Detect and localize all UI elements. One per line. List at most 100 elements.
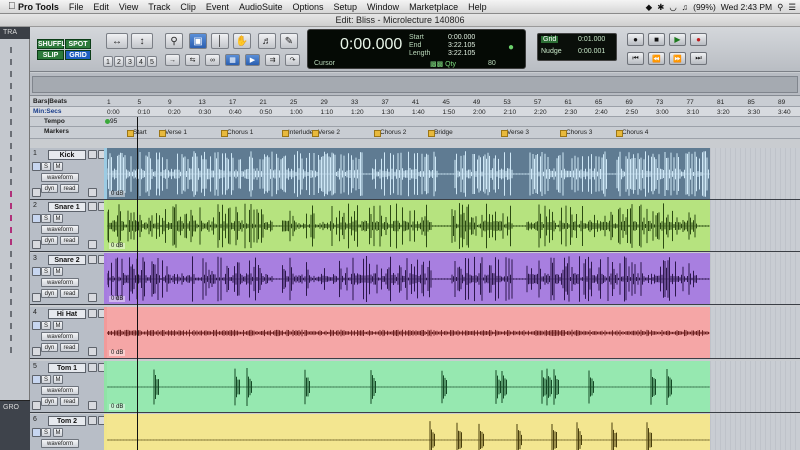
slip-mode-button[interactable]: SLIP — [37, 50, 64, 60]
audio-clip[interactable] — [107, 148, 710, 199]
track-select-icon[interactable] — [32, 267, 41, 276]
zoom-preset-5[interactable]: 5 — [147, 56, 157, 67]
trim-tool-icon[interactable]: ▣ — [189, 33, 207, 49]
mute-button[interactable]: M — [53, 375, 63, 384]
track-list-indicator[interactable] — [10, 239, 12, 245]
overview-track-area[interactable] — [32, 76, 798, 93]
tracks-list-header[interactable]: TRA — [0, 27, 30, 39]
audio-clip[interactable] — [107, 307, 710, 358]
menu-window[interactable]: Window — [362, 2, 404, 12]
track-name[interactable]: Tom 1 — [48, 363, 86, 373]
automation-mode-selector[interactable]: read — [60, 184, 79, 193]
tracks-list-panel[interactable]: TRA — [0, 27, 30, 450]
track-view-selector[interactable]: waveform — [41, 332, 79, 341]
go-to-end-icon[interactable]: ⏭ — [690, 52, 707, 65]
link-timeline-icon[interactable]: ∞ — [205, 54, 220, 66]
menu-file[interactable]: File — [64, 2, 89, 12]
track-list-indicator[interactable] — [10, 47, 12, 53]
audio-clip[interactable] — [107, 414, 710, 450]
solo-button[interactable]: S — [41, 375, 51, 384]
track-list-indicator[interactable] — [10, 167, 12, 173]
menu-edit[interactable]: Edit — [88, 2, 114, 12]
track-list-indicator[interactable] — [10, 83, 12, 89]
automation-mode-selector[interactable]: read — [60, 397, 79, 406]
automation-follows-edit-icon[interactable]: ↷ — [285, 54, 300, 66]
solo-button[interactable]: S — [41, 267, 51, 276]
main-counter-value[interactable]: 0:00.000 — [340, 36, 402, 54]
track-view-selector[interactable]: waveform — [41, 439, 79, 448]
empty-timeline[interactable] — [710, 361, 800, 412]
menu-audiosuite[interactable]: AudioSuite — [234, 2, 288, 12]
menu-clip[interactable]: Clip — [175, 2, 201, 12]
record-enable-button[interactable] — [88, 202, 97, 211]
grabber-tool-icon[interactable]: ✋ — [233, 33, 251, 49]
dynamics-button[interactable]: dyn — [41, 289, 58, 298]
menu-view[interactable]: View — [114, 2, 143, 12]
pre-roll-indicator-icon[interactable]: ● — [508, 42, 514, 53]
empty-timeline[interactable] — [710, 148, 800, 199]
mute-button[interactable]: M — [53, 428, 63, 437]
min-secs-ruler[interactable]: Min:Secs 0:00 0:10 0:20 0:30 0:40 0:50 1:00 1:1… — [30, 107, 800, 117]
nudge-preset[interactable]: 80 — [488, 60, 496, 67]
selector-tool-icon[interactable]: │ — [211, 33, 229, 49]
track-list-indicator[interactable] — [10, 251, 12, 257]
track-list-indicator[interactable] — [10, 203, 12, 209]
track-list-indicator[interactable] — [10, 131, 12, 137]
tempo-ruler[interactable]: Tempo 95 — [30, 117, 800, 127]
grid-value[interactable]: 0:01.000 — [578, 36, 605, 43]
zoomer-tool-icon[interactable]: ⚲ — [165, 33, 183, 49]
track-list-indicator[interactable] — [10, 71, 12, 77]
track-list-indicator[interactable] — [10, 287, 12, 293]
track-view-selector[interactable]: waveform — [41, 225, 79, 234]
automation-mode-selector[interactable]: read — [60, 236, 79, 245]
record-enable-button[interactable] — [88, 363, 97, 372]
menu-setup[interactable]: Setup — [329, 2, 363, 12]
track-name[interactable]: Kick — [48, 150, 86, 160]
track-list-indicator[interactable] — [10, 143, 12, 149]
track-name[interactable]: Snare 2 — [48, 255, 86, 265]
dynamics-button[interactable]: dyn — [41, 343, 58, 352]
track-list-indicator[interactable] — [10, 275, 12, 281]
audio-clip[interactable] — [107, 253, 710, 304]
track-name[interactable]: Snare 1 — [48, 202, 86, 212]
automation-mode-selector[interactable]: read — [60, 289, 79, 298]
track-expand-icon[interactable] — [32, 188, 41, 197]
zoom-preset-3[interactable]: 3 — [125, 56, 135, 67]
empty-timeline[interactable] — [710, 200, 800, 251]
main-counter[interactable]: 0:00.000 Start End Length 0:00.000 3:22.… — [307, 29, 526, 69]
track-list-icon[interactable] — [88, 240, 97, 249]
nudge-value[interactable]: 0:00.001 — [578, 48, 605, 55]
marker[interactable]: Verse 2 — [311, 128, 340, 137]
universe-overview[interactable] — [30, 73, 800, 96]
zoom-preset-4[interactable]: 4 — [136, 56, 146, 67]
zoom-preset-2[interactable]: 2 — [114, 56, 124, 67]
marker[interactable]: Chorus 3 — [559, 128, 592, 137]
mute-button[interactable]: M — [53, 162, 63, 171]
mute-button[interactable]: M — [53, 214, 63, 223]
play-icon[interactable]: ▶ — [669, 33, 686, 46]
track-select-icon[interactable] — [32, 162, 41, 171]
mute-button[interactable]: M — [53, 321, 63, 330]
zoom-in-icon[interactable]: ↕ — [131, 33, 153, 49]
zoom-preset-1[interactable]: 1 — [103, 56, 113, 67]
automation-mode-selector[interactable]: read — [60, 343, 79, 352]
marker[interactable]: Chorus 4 — [615, 128, 648, 137]
scrubber-tool-icon[interactable]: ♬ — [258, 33, 276, 49]
track-list-icon[interactable] — [88, 293, 97, 302]
record-icon[interactable]: ● — [690, 33, 707, 46]
wifi-icon[interactable]: ◡ — [669, 2, 676, 13]
track-list-indicator[interactable] — [10, 335, 12, 341]
track-expand-icon[interactable] — [32, 293, 41, 302]
track-list-indicator[interactable] — [10, 119, 12, 125]
start-value[interactable]: 0:00.000 — [448, 34, 475, 41]
length-value[interactable]: 3:22.105 — [448, 50, 475, 57]
mute-button[interactable]: M — [53, 267, 63, 276]
menu-options[interactable]: Options — [287, 2, 328, 12]
solo-button[interactable]: S — [41, 428, 51, 437]
track-view-selector[interactable]: waveform — [41, 386, 79, 395]
track-select-icon[interactable] — [32, 321, 41, 330]
transport-online-icon[interactable]: ● — [627, 33, 644, 46]
rewind-icon[interactable]: ⏪ — [648, 52, 665, 65]
empty-timeline[interactable] — [710, 414, 800, 450]
groups-header[interactable]: GRO — [3, 404, 19, 411]
